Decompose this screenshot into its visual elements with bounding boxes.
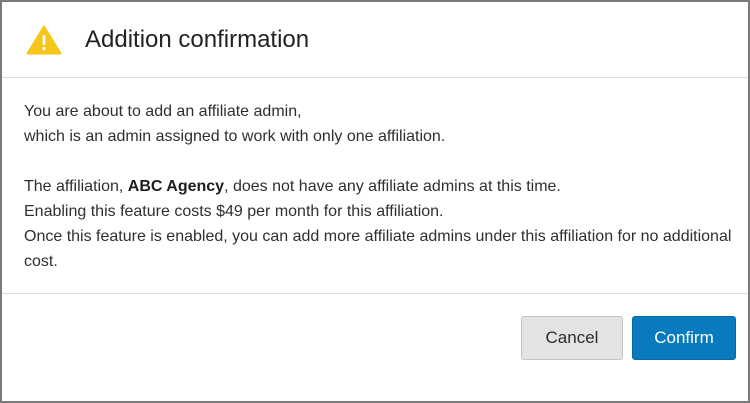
dialog-title: Addition confirmation — [85, 26, 310, 53]
confirm-button[interactable]: Confirm — [632, 316, 736, 360]
cancel-button[interactable]: Cancel — [521, 316, 623, 360]
addition-confirmation-dialog: Addition confirmation You are about to a… — [0, 0, 750, 403]
body-line-4: Enabling this feature costs $49 per mont… — [24, 203, 444, 220]
body-line-3: The affiliation, ABC Agency, does not ha… — [24, 174, 732, 199]
dialog-header: Addition confirmation — [2, 2, 748, 78]
dialog-body: You are about to add an affiliate admin,… — [24, 99, 732, 274]
body-line-5: Once this feature is enabled, you can ad… — [24, 228, 732, 270]
body-line-2: which is an admin assigned to work with … — [24, 128, 446, 145]
body-line-3-prefix: The affiliation, — [24, 178, 128, 195]
body-line-3-suffix: , does not have any affiliate admins at … — [224, 178, 561, 195]
body-line-1: You are about to add an affiliate admin, — [24, 103, 302, 120]
affiliation-name: ABC Agency — [127, 178, 225, 195]
dialog-footer-divider — [2, 293, 748, 294]
warning-icon — [26, 25, 62, 55]
